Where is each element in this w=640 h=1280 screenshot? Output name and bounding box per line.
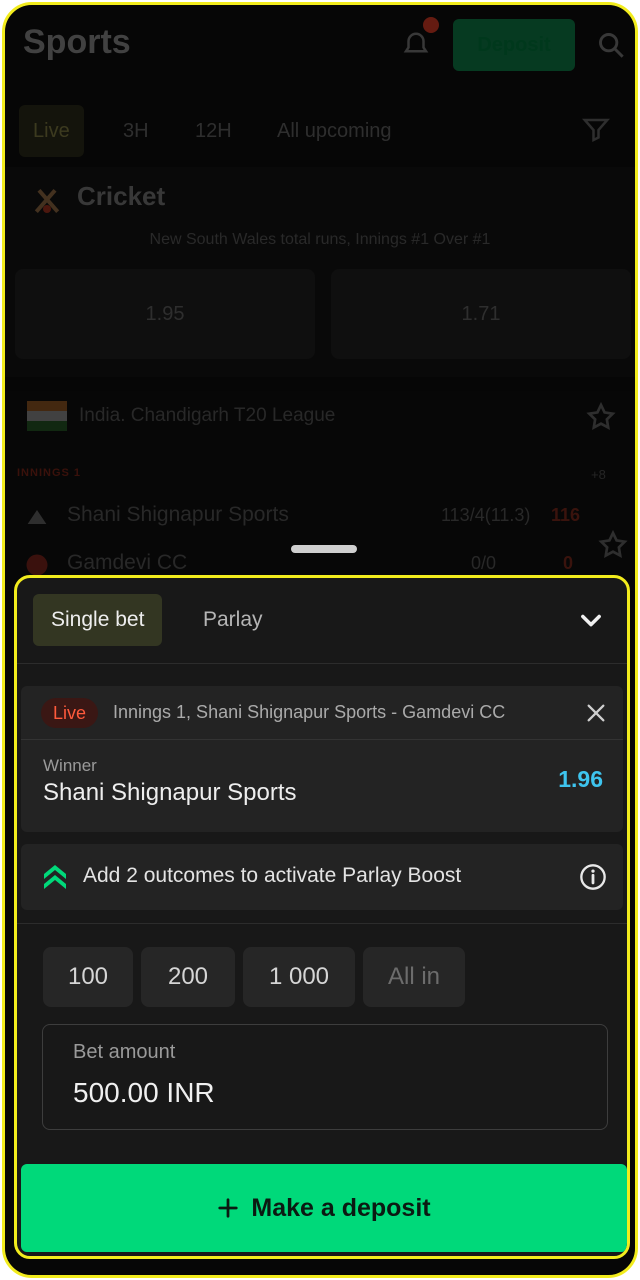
make-deposit-label: Make a deposit <box>251 1193 431 1222</box>
betslip-tabs: Single bet Parlay <box>17 578 627 664</box>
parlay-boost-banner: Add 2 outcomes to activate Parlay Boost <box>21 844 623 910</box>
betslip-sheet: Single bet Parlay Live Innings 1, Shani … <box>14 575 630 1259</box>
bg-league-name: India. Chandigarh T20 League <box>79 405 336 426</box>
tab-single-bet[interactable]: Single bet <box>33 594 163 646</box>
search-icon <box>599 33 624 58</box>
bell-icon <box>403 32 429 53</box>
chevron-down-icon[interactable] <box>577 606 605 634</box>
bg-sport-name: Cricket <box>77 181 166 211</box>
market-name: Winner <box>43 756 97 775</box>
double-chevron-up-icon <box>44 865 66 889</box>
bg-team-1-runs: 116 <box>551 505 581 525</box>
bg-tab-3h: 3H <box>123 119 149 142</box>
star-icon <box>586 401 616 430</box>
divider <box>17 923 627 924</box>
selection-header: Live Innings 1, Shani Shignapur Sports -… <box>21 686 623 740</box>
bg-tab-live: Live <box>19 105 84 157</box>
plus-icon <box>218 1198 238 1218</box>
close-icon[interactable] <box>585 702 607 724</box>
bg-deposit-button: Deposit <box>453 19 575 71</box>
bg-odd-1-value: 1.95 <box>145 302 185 325</box>
info-icon[interactable] <box>579 863 607 891</box>
bg-odd-2-value: 1.71 <box>461 302 501 325</box>
notification-dot <box>423 17 439 33</box>
bg-team-1-name: Shani Shignapur Sports <box>67 503 289 526</box>
cricket-icon <box>34 189 60 213</box>
bg-time-tabs: Live 3H 12H All upcoming <box>5 105 635 157</box>
quick-amount-200[interactable]: 200 <box>141 947 235 1007</box>
odds-value: 1.96 <box>558 766 603 792</box>
bg-team-2-score: 0/0 <box>471 553 497 573</box>
bg-match-info: New South Wales total runs, Innings #1 O… <box>149 231 491 248</box>
team-shield-icon <box>27 510 47 524</box>
bg-live-label: INNINGS 1 <box>17 467 82 479</box>
star-icon <box>598 529 628 558</box>
sheet-drag-handle[interactable] <box>291 545 357 553</box>
make-deposit-button[interactable]: Make a deposit <box>21 1164 627 1252</box>
bet-amount-field[interactable]: Bet amount 500.00 INR <box>42 1024 608 1130</box>
bg-odd-1: 1.95 <box>15 269 315 359</box>
parlay-boost-text: Add 2 outcomes to activate Parlay Boost <box>83 864 462 887</box>
app-frame: Sports Deposit Live 3H 12H All upcoming … <box>2 2 638 1278</box>
bet-amount-label: Bet amount <box>73 1041 176 1063</box>
bg-page-title: Sports <box>23 23 131 61</box>
live-badge: Live <box>41 698 99 728</box>
bet-selection-card: Live Innings 1, Shani Shignapur Sports -… <box>21 686 623 832</box>
bg-header: Sports Deposit <box>5 5 635 85</box>
quick-amount-100[interactable]: 100 <box>43 947 133 1007</box>
quick-amount-1000[interactable]: 1 000 <box>243 947 355 1007</box>
bg-team-2-name: Gamdevi CC <box>67 551 188 574</box>
outcome-name: Shani Shignapur Sports <box>43 779 297 806</box>
bg-tab-12h: 12H <box>195 119 232 142</box>
filter-icon <box>581 118 611 143</box>
quick-amount-all-in[interactable]: All in <box>363 947 465 1007</box>
bg-team-2-runs: 0 <box>563 553 574 573</box>
bg-odd-2: 1.71 <box>331 269 631 359</box>
tab-parlay[interactable]: Parlay <box>185 594 281 646</box>
bg-more-markets: +8 <box>591 467 606 482</box>
bg-tab-all-upcoming: All upcoming <box>277 119 392 142</box>
india-flag-icon <box>27 401 67 431</box>
event-name: Innings 1, Shani Shignapur Sports - Gamd… <box>113 702 506 722</box>
bet-amount-input[interactable]: 500.00 INR <box>73 1077 215 1109</box>
bg-team-1-score: 113/4(11.3) <box>441 505 531 525</box>
